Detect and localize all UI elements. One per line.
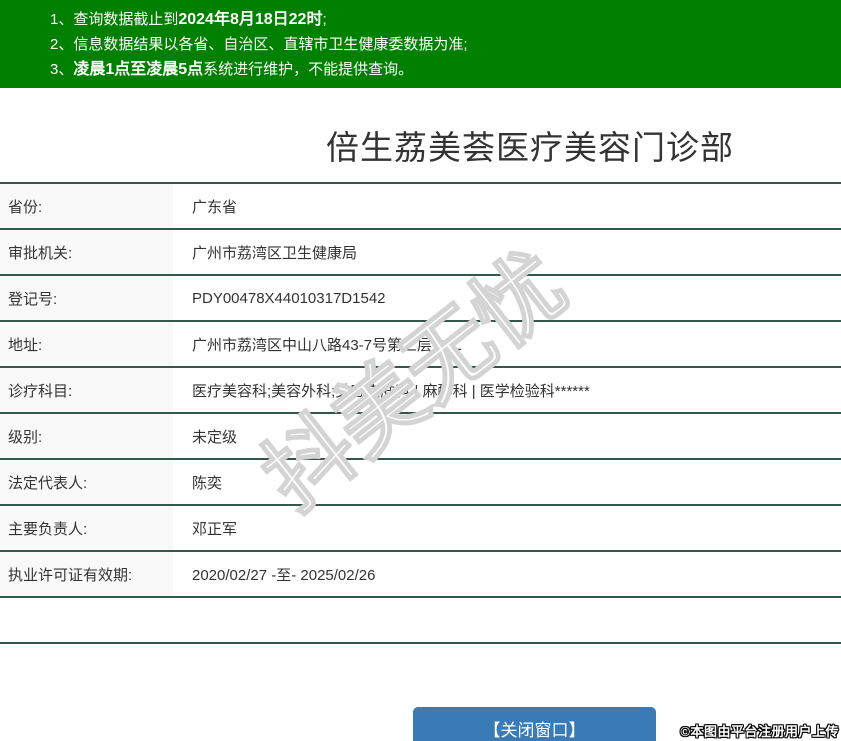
table-row: 省份: 广东省 [0,183,841,229]
row-label: 法定代表人: [0,459,173,505]
page-title: 倍生荔美荟医疗美容门诊部 [326,129,734,166]
table-row: 法定代表人: 陈奕 [0,459,841,505]
table-row: 登记号: PDY00478X44010317D1542 [0,275,841,321]
row-label: 地址: [0,321,173,367]
cell-gap [173,413,192,459]
row-value: 医疗美容科;美容外科;美容皮肤科 | 麻醉科 | 医学检验科****** [192,367,841,413]
row-label: 执业许可证有效期: [0,551,173,597]
info-table: 省份: 广东省 审批机关: 广州市荔湾区卫生健康局 登记号: PDY00478X… [0,182,841,644]
row-label: 登记号: [0,275,173,321]
notice-item: 3、凌晨1点至凌晨5点系统进行维护，不能提供查询。 [50,61,414,78]
table-row: 诊疗科目: 医疗美容科;美容外科;美容皮肤科 | 麻醉科 | 医学检验科****… [0,367,841,413]
cell-gap [173,275,192,321]
cell-gap [173,551,192,597]
row-label: 省份: [0,183,173,229]
row-value: 广东省 [192,183,841,229]
table-row: 审批机关: 广州市荔湾区卫生健康局 [0,229,841,275]
copyright-watermark: ©本图由平台注册用户上传 [680,724,839,739]
table-row: 地址: 广州市荔湾区中山八路43-7号第三层之二 [0,321,841,367]
notice-item: 1、查询数据截止到2024年8月18日22时; [50,11,327,28]
row-value: 广州市荔湾区中山八路43-7号第三层之二 [192,321,841,367]
row-label: 主要负责人: [0,505,173,551]
cell-gap [173,367,192,413]
cell-gap [173,597,192,643]
cell-gap [173,459,192,505]
row-label [0,597,173,643]
row-label: 诊疗科目: [0,367,173,413]
cell-gap [173,183,192,229]
cell-gap [173,321,192,367]
row-label: 级别: [0,413,173,459]
row-value: 广州市荔湾区卫生健康局 [192,229,841,275]
notice-banner: 1、查询数据截止到2024年8月18日22时; 2、信息数据结果以各省、自治区、… [0,0,841,88]
row-label: 审批机关: [0,229,173,275]
row-value: 邓正军 [192,505,841,551]
cell-gap [173,229,192,275]
row-value: PDY00478X44010317D1542 [192,275,841,321]
row-value: 未定级 [192,413,841,459]
table-row: 主要负责人: 邓正军 [0,505,841,551]
row-value: 2020/02/27 -至- 2025/02/26 [192,551,841,597]
row-value [192,597,841,643]
close-window-button[interactable]: 【关闭窗口】 [413,707,656,741]
query-result-page: 1、查询数据截止到2024年8月18日22时; 2、信息数据结果以各省、自治区、… [0,0,841,741]
notice-item: 2、信息数据结果以各省、自治区、直辖市卫生健康委数据为准; [50,36,468,53]
table-row: 级别: 未定级 [0,413,841,459]
table-row: 执业许可证有效期: 2020/02/27 -至- 2025/02/26 [0,551,841,597]
cell-gap [173,505,192,551]
table-empty-row [0,597,841,643]
row-value: 陈奕 [192,459,841,505]
